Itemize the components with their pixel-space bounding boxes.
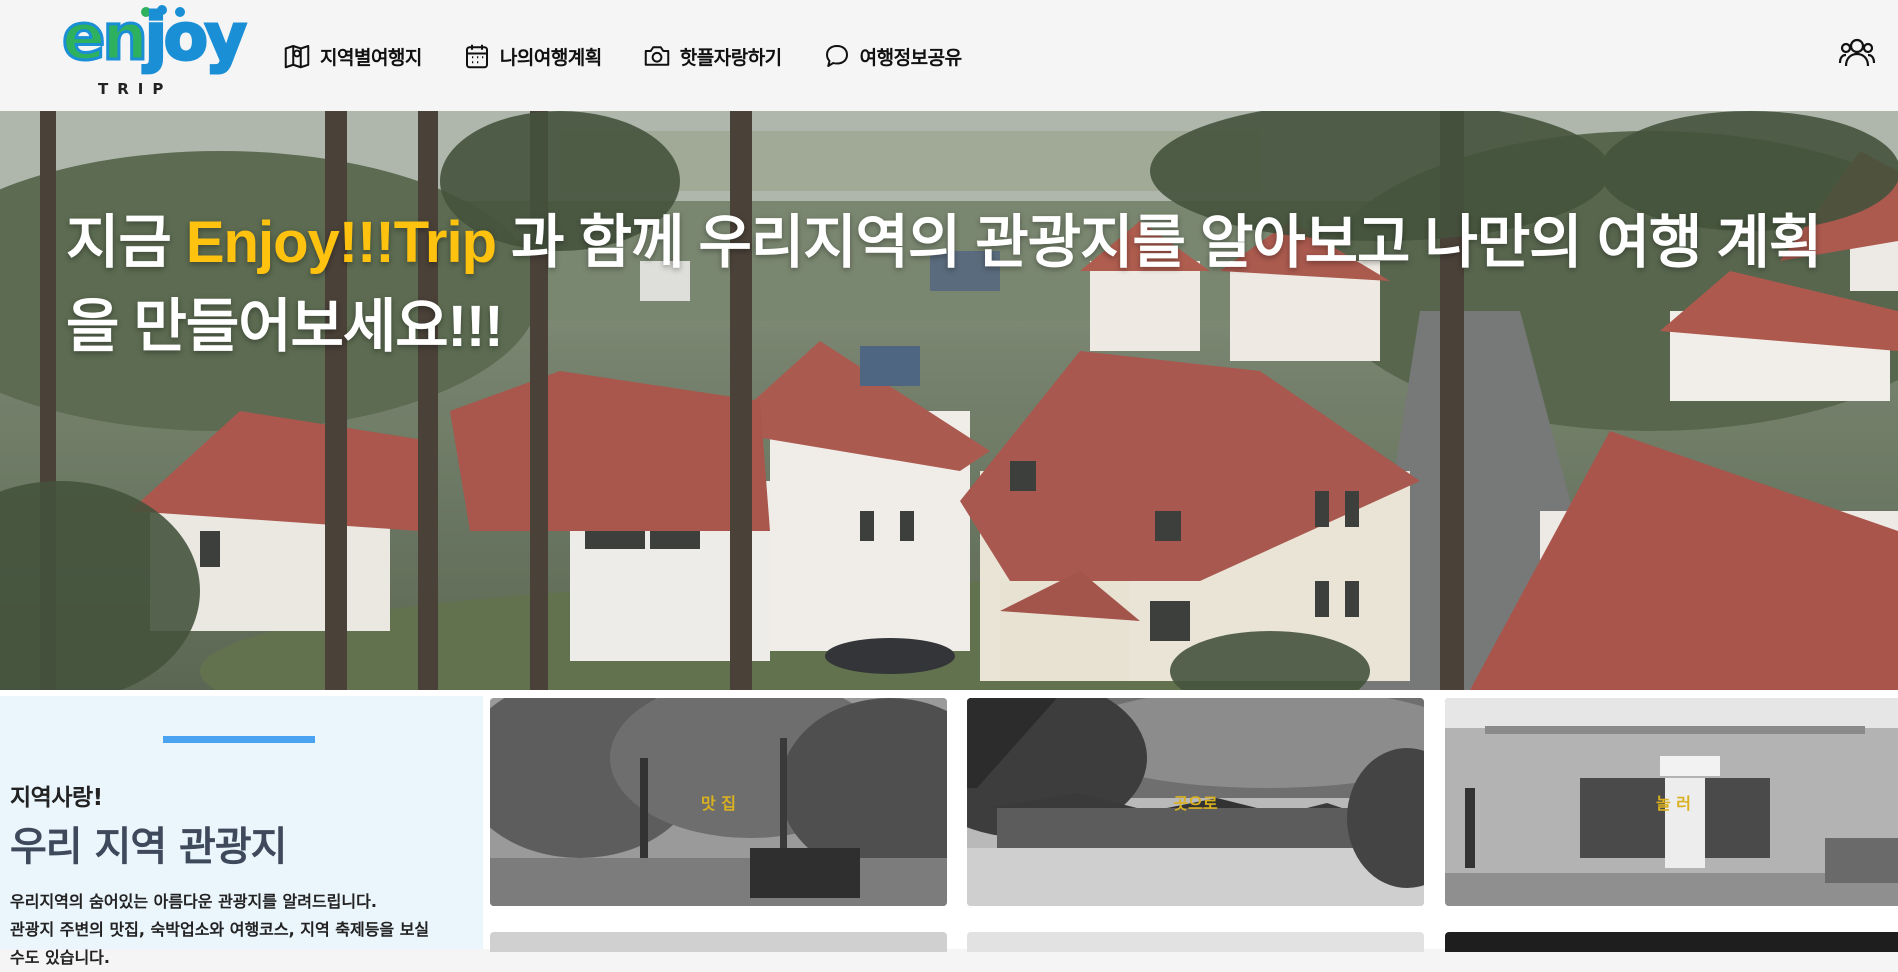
nav-item-my-plan[interactable]: 나의여행계획 bbox=[462, 40, 602, 72]
main-nav: 지역별여행지 나의여행계획 핫플자랑하기 여행정보공유 bbox=[282, 40, 1002, 72]
intro-desc-line: 우리지역의 숨어있는 아름다운 관광지를 알려드립니다. bbox=[10, 892, 377, 911]
intro-title: 우리 지역 관광지 bbox=[10, 824, 287, 870]
hero-banner: 지금 Enjoy!!!Trip 과 함께 우리지역의 관광지를 알아보고 나만의… bbox=[0, 111, 1898, 690]
nav-item-hotplace[interactable]: 핫플자랑하기 bbox=[642, 40, 782, 72]
intro-desc-line: 관광지 주변의 맛집, 숙박업소와 여행코스, 지역 축제등을 보실 bbox=[10, 920, 430, 939]
card-restaurant[interactable]: 맛 집 bbox=[490, 698, 947, 906]
users-icon[interactable] bbox=[1838, 36, 1876, 70]
nav-label: 핫플자랑하기 bbox=[679, 46, 782, 69]
card-label: 맛 집 bbox=[700, 794, 736, 813]
hero-village-photo bbox=[0, 111, 1898, 690]
intro-subtitle: 지역사랑! bbox=[10, 785, 103, 811]
card-label: 곳으로 bbox=[1173, 794, 1218, 813]
attractions-section: 지역사랑! 우리 지역 관광지 우리지역의 숨어있는 아름다운 관광지를 알려드… bbox=[0, 690, 1898, 967]
intro-description: 우리지역의 숨어있는 아름다운 관광지를 알려드립니다. 관광지 주변의 맛집,… bbox=[10, 888, 470, 972]
hero-text-before: 지금 bbox=[66, 210, 186, 275]
nav-label: 여행정보공유 bbox=[859, 46, 962, 69]
camera-icon bbox=[644, 46, 670, 66]
card-leisure[interactable]: 놀 러 bbox=[1445, 698, 1898, 906]
nav-label: 나의여행계획 bbox=[499, 46, 602, 69]
card-row2-peek[interactable] bbox=[1445, 932, 1898, 952]
nav-item-region-travel[interactable]: 지역별여행지 bbox=[282, 40, 422, 72]
nav-item-info-share[interactable]: 여행정보공유 bbox=[822, 40, 962, 72]
intro-desc-line: 수도 있습니다. bbox=[10, 948, 110, 967]
card-destination[interactable]: 곳으로 bbox=[967, 698, 1424, 906]
calendar-icon bbox=[465, 44, 488, 69]
hero-headline: 지금 Enjoy!!!Trip 과 함께 우리지역의 관광지를 알아보고 나만의… bbox=[66, 201, 1866, 369]
card-row2-peek[interactable] bbox=[967, 932, 1424, 952]
site-logo[interactable]: enjoy enjoy TRIP bbox=[61, 5, 249, 100]
nav-label: 지역별여행지 bbox=[320, 46, 422, 69]
hero-accent-brand: Enjoy!!!Trip bbox=[185, 210, 497, 275]
site-header: enjoy enjoy TRIP 지역별여행지 나의여행계획 bbox=[0, 0, 1898, 111]
card-row2-peek[interactable] bbox=[490, 932, 947, 952]
logo-subtitle: TRIP bbox=[98, 80, 173, 98]
map-icon bbox=[284, 45, 310, 69]
intro-accent-bar bbox=[163, 736, 315, 743]
card-label: 놀 러 bbox=[1655, 794, 1691, 813]
chat-icon bbox=[825, 45, 848, 67]
intro-panel: 지역사랑! 우리 지역 관광지 우리지역의 숨어있는 아름다운 관광지를 알려드… bbox=[0, 696, 483, 967]
logo-word: enjoy bbox=[61, 1, 249, 75]
